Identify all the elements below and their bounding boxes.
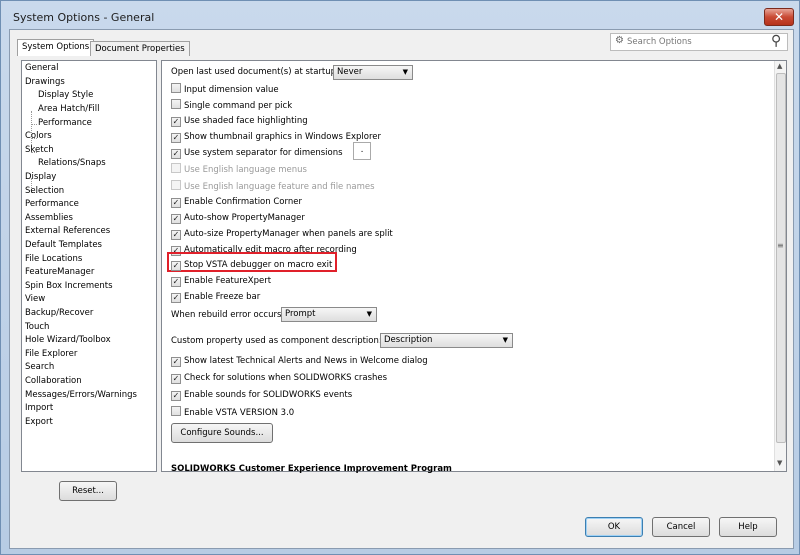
tree-item-performance[interactable]: Performance — [25, 198, 79, 210]
ceip-heading: SOLIDWORKS Customer Experience Improveme… — [171, 464, 452, 474]
tree-item-area-hatch-fill[interactable]: Area Hatch/Fill — [38, 103, 99, 115]
window-title: System Options - General — [13, 11, 155, 24]
vertical-scrollbar[interactable]: ▲ ≡ ▼ — [774, 61, 786, 471]
tree-item-relations-snaps[interactable]: Relations/Snaps — [38, 157, 106, 169]
close-button[interactable]: ✕ — [764, 8, 794, 26]
tab-document-properties[interactable]: Document Properties — [90, 41, 190, 56]
startup-dropdown-value: Never — [337, 67, 363, 77]
checkbox-input-dimension-value[interactable]: Input dimension value — [171, 83, 279, 96]
tree-item-spin-box-increments[interactable]: Spin Box Increments — [25, 280, 113, 292]
tree-item-hole-wizard-toolbox[interactable]: Hole Wizard/Toolbox — [25, 334, 111, 346]
checkbox-system-separator[interactable]: ✓ Use system separator for dimensions — [171, 147, 343, 160]
scroll-down-icon[interactable]: ▼ — [777, 459, 782, 467]
tree-item-general[interactable]: General — [25, 62, 59, 74]
checkbox-freeze-bar[interactable]: ✓ Enable Freeze bar — [171, 291, 260, 304]
checkbox-english-feature-names: Use English language feature and file na… — [171, 180, 375, 193]
checkbox-box[interactable] — [171, 83, 181, 93]
checkbox-auto-size-propertymanager[interactable]: ✓ Auto-size PropertyManager when panels a… — [171, 228, 393, 241]
options-panel: Open last used document(s) at startup: N… — [161, 60, 787, 474]
checkbox-stop-vsta-debugger[interactable]: ✓ Stop VSTA debugger on macro exit — [171, 259, 332, 272]
tree-item-file-explorer[interactable]: File Explorer — [25, 348, 77, 360]
dialog-body: System Options Document Properties ⚙ Sea… — [9, 29, 794, 549]
checkbox-enable-sounds[interactable]: ✓ Enable sounds for SOLIDWORKS events — [171, 389, 352, 402]
scroll-up-icon[interactable]: ▲ — [777, 62, 782, 70]
tab-system-options[interactable]: System Options — [17, 39, 95, 56]
dialog-window: System Options - General ✕ System Option… — [0, 0, 800, 555]
checkbox-box[interactable]: ✓ — [171, 198, 181, 208]
checkbox-box[interactable]: ✓ — [171, 357, 181, 367]
checkbox-shaded-face-highlighting[interactable]: ✓ Use shaded face highlighting — [171, 115, 308, 128]
tree-item-view[interactable]: View — [25, 293, 45, 305]
checkbox-box[interactable]: ✓ — [171, 230, 181, 240]
cancel-button[interactable]: Cancel — [652, 517, 710, 537]
checkbox-check-solutions[interactable]: ✓ Check for solutions when SOLIDWORKS cra… — [171, 372, 387, 385]
rebuild-dropdown[interactable]: Prompt ▼ — [281, 307, 377, 322]
search-box[interactable]: ⚙ Search Options ⚲ — [610, 33, 788, 51]
tree-item-assemblies[interactable]: Assemblies — [25, 212, 73, 224]
search-input[interactable]: Search Options — [627, 37, 692, 47]
tree-item-export[interactable]: Export — [25, 416, 53, 428]
checkbox-featurexpert[interactable]: ✓ Enable FeatureXpert — [171, 275, 271, 288]
startup-dropdown[interactable]: Never ▼ — [333, 65, 413, 80]
search-icon[interactable]: ⚲ — [771, 33, 781, 49]
chevron-down-icon: ▼ — [366, 310, 372, 318]
grip-icon: ≡ — [777, 241, 784, 250]
checkbox-box[interactable] — [171, 99, 181, 109]
checkbox-technical-alerts[interactable]: ✓ Show latest Technical Alerts and News i… — [171, 355, 428, 368]
ok-button[interactable]: OK — [585, 517, 643, 537]
checkbox-box[interactable]: ✓ — [171, 391, 181, 401]
tree-item-drawings-performance[interactable]: Performance — [38, 117, 92, 129]
custom-property-label: Custom property used as component descri… — [171, 336, 382, 346]
tree-item-file-locations[interactable]: File Locations — [25, 253, 82, 265]
scroll-thumb[interactable] — [776, 73, 786, 443]
checkbox-box[interactable]: ✓ — [171, 293, 181, 303]
checkbox-box[interactable]: ✓ — [171, 149, 181, 159]
tree-item-external-references[interactable]: External References — [25, 225, 110, 237]
rebuild-dropdown-value: Prompt — [285, 309, 316, 319]
tree-item-collaboration[interactable]: Collaboration — [25, 375, 82, 387]
help-button[interactable]: Help — [719, 517, 777, 537]
checkbox-box[interactable]: ✓ — [171, 133, 181, 143]
gear-icon[interactable]: ⚙ — [615, 35, 624, 46]
rebuild-label: When rebuild error occurs: — [171, 310, 285, 320]
tree-item-touch[interactable]: Touch — [25, 321, 49, 333]
checkbox-confirmation-corner[interactable]: ✓ Enable Confirmation Corner — [171, 196, 302, 209]
tree-item-sketch[interactable]: Sketch — [25, 144, 54, 156]
separator-field[interactable]: . — [353, 142, 371, 160]
tree-item-display-style[interactable]: Display Style — [38, 89, 93, 101]
checkbox-box[interactable]: ✓ — [171, 117, 181, 127]
chevron-down-icon: ▼ — [402, 68, 408, 76]
checkbox-single-command-per-pick[interactable]: Single command per pick — [171, 99, 292, 112]
tree-item-search[interactable]: Search — [25, 361, 54, 373]
tree-item-colors[interactable]: Colors — [25, 130, 52, 142]
checkbox-vsta-version[interactable]: Enable VSTA VERSION 3.0 — [171, 406, 294, 419]
checkbox-box[interactable] — [171, 406, 181, 416]
tree-item-selection[interactable]: Selection — [25, 185, 64, 197]
tree-item-default-templates[interactable]: Default Templates — [25, 239, 102, 251]
checkbox-box[interactable]: ✓ — [171, 214, 181, 224]
checkbox-box[interactable]: ✓ — [171, 374, 181, 384]
custom-property-dropdown[interactable]: Description ▼ — [380, 333, 513, 348]
checkbox-box — [171, 180, 181, 190]
checkbox-english-menus: Use English language menus — [171, 163, 307, 176]
tree-item-messages-errors-warnings[interactable]: Messages/Errors/Warnings — [25, 389, 137, 401]
tree-item-backup-recover[interactable]: Backup/Recover — [25, 307, 93, 319]
checkbox-box — [171, 163, 181, 173]
tree-item-featuremanager[interactable]: FeatureManager — [25, 266, 94, 278]
custom-property-dropdown-value: Description — [384, 335, 433, 345]
tree-item-display[interactable]: Display — [25, 171, 56, 183]
reset-button[interactable]: Reset... — [59, 481, 117, 501]
options-tree[interactable]: General Drawings Display Style Area Hatc… — [21, 60, 157, 472]
startup-label: Open last used document(s) at startup: — [171, 67, 339, 77]
configure-sounds-button[interactable]: Configure Sounds... — [171, 423, 273, 443]
tree-item-drawings[interactable]: Drawings — [25, 76, 65, 88]
checkbox-box[interactable]: ✓ — [171, 261, 181, 271]
checkbox-box[interactable]: ✓ — [171, 277, 181, 287]
checkbox-auto-show-propertymanager[interactable]: ✓ Auto-show PropertyManager — [171, 212, 305, 225]
tree-item-import[interactable]: Import — [25, 402, 53, 414]
chevron-down-icon: ▼ — [502, 336, 508, 344]
checkbox-thumbnail-graphics[interactable]: ✓ Show thumbnail graphics in Windows Expl… — [171, 131, 381, 144]
